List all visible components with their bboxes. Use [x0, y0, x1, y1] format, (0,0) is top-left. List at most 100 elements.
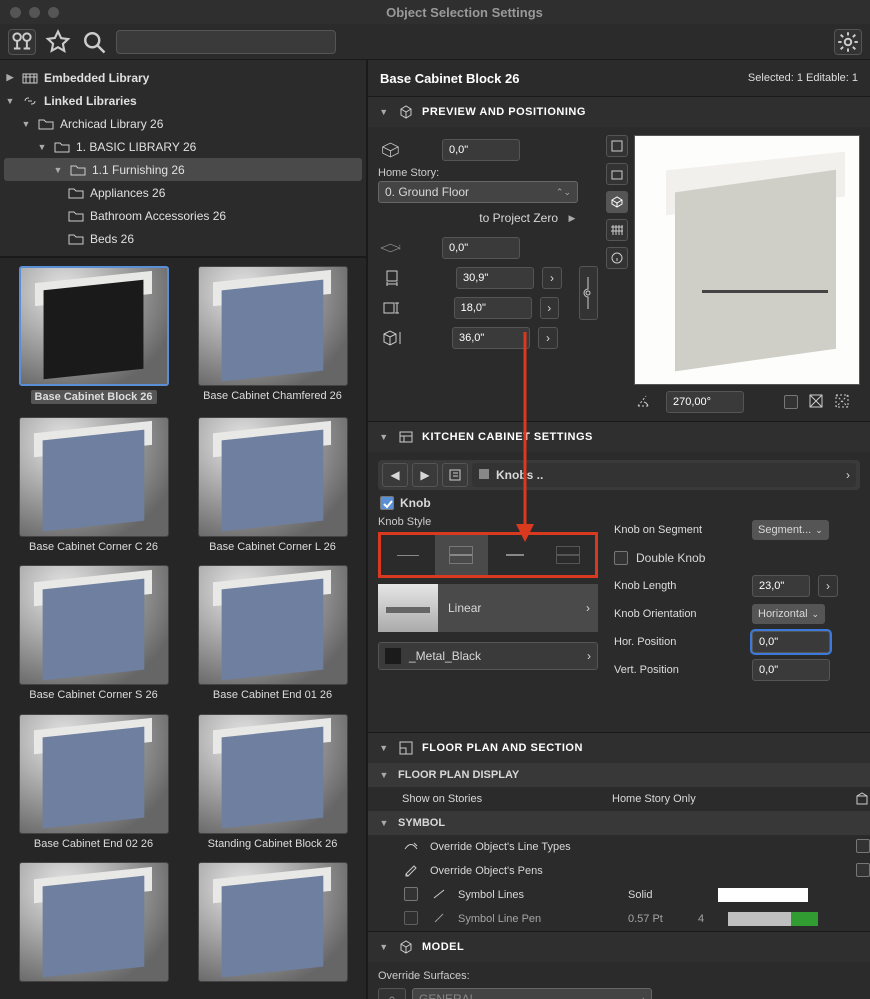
knob-length-input[interactable] — [752, 575, 810, 597]
rotation-input[interactable] — [666, 391, 744, 413]
checkbox-icon — [402, 887, 420, 904]
double-knob-label: Double Knob — [636, 551, 705, 565]
preview-info-icon[interactable] — [606, 247, 628, 269]
object-type-button[interactable] — [8, 29, 36, 55]
object-thumbnail[interactable]: Standing Cabinet Block 26 — [187, 714, 358, 855]
pager-forward-button[interactable]: ▶ — [412, 463, 438, 487]
subhead-floorplan-display[interactable]: ▼FLOOR PLAN DISPLAY — [368, 763, 870, 787]
override-pen-checkbox[interactable] — [856, 863, 870, 877]
subhead-symbol[interactable]: ▼SYMBOL — [368, 811, 870, 835]
knob-preview-button[interactable]: Linear › — [378, 584, 598, 632]
knob-length-chevron[interactable]: › — [818, 575, 838, 597]
knob-material-combo[interactable]: _Metal_Black › — [378, 642, 598, 670]
knob-checkbox-label: Knob — [400, 496, 431, 510]
tree-item[interactable]: ▼1. BASIC LIBRARY 26 — [4, 135, 362, 158]
tree-label: Appliances 26 — [90, 186, 165, 200]
mirror-y-icon[interactable] — [834, 393, 850, 412]
line-swatch[interactable] — [718, 888, 808, 902]
offset-icon — [378, 236, 406, 260]
home-story-combo[interactable]: 0. Ground Floor ⌃⌄ — [378, 181, 578, 203]
show-on-stories-row[interactable]: Show on Stories Home Story Only — [368, 787, 870, 811]
override-line-row[interactable]: Override Object's Line Types — [368, 835, 870, 859]
offset-input[interactable] — [442, 237, 520, 259]
preview-3d-viewport[interactable] — [634, 135, 860, 385]
tree-item[interactable]: ▼Archicad Library 26 — [4, 112, 362, 135]
mirror-checkbox[interactable] — [784, 395, 798, 409]
object-thumbnail[interactable]: Base Cabinet Corner L 26 — [187, 417, 358, 558]
rotation-icon — [634, 392, 656, 413]
tree-linked-libraries[interactable]: ▼ Linked Libraries — [4, 89, 362, 112]
thumbnail-label: Base Cabinet Corner C 26 — [29, 541, 158, 553]
object-thumbnail[interactable] — [8, 862, 179, 991]
preview-elevation-icon[interactable] — [606, 163, 628, 185]
tree-item[interactable]: Bathroom Accessories 26 — [4, 204, 362, 227]
anchor-z-input[interactable] — [442, 139, 520, 161]
preview-2d-icon[interactable] — [606, 135, 628, 157]
window-title: Object Selection Settings — [59, 5, 870, 20]
dim-x-input[interactable] — [456, 267, 534, 289]
override-pen-row[interactable]: Override Object's Pens — [368, 859, 870, 883]
section-preview-header[interactable]: ▼ PREVIEW AND POSITIONING — [368, 97, 870, 127]
tree-label: Linked Libraries — [44, 94, 137, 108]
tree-item[interactable]: ▼1.1 Furnishing 26 — [4, 158, 362, 181]
tree-embedded-library[interactable]: ▶ Embedded Library — [4, 66, 362, 89]
knob-segment-combo[interactable]: Segment...⌄ — [752, 520, 829, 540]
pen-swatch[interactable] — [728, 912, 818, 926]
preview-section-icon[interactable] — [606, 219, 628, 241]
override-surfaces-label: Override Surfaces: — [378, 970, 860, 982]
object-thumbnail[interactable]: Base Cabinet Chamfered 26 — [187, 266, 358, 409]
object-thumbnail[interactable]: Base Cabinet Block 26 — [8, 266, 179, 409]
link-dims-button[interactable] — [579, 266, 598, 320]
dim-z-input[interactable] — [452, 327, 530, 349]
tree-item[interactable]: Appliances 26 — [4, 181, 362, 204]
object-name: Base Cabinet Block 26 — [380, 71, 519, 86]
search-button[interactable] — [80, 29, 108, 55]
object-thumbnail[interactable]: Base Cabinet End 02 26 — [8, 714, 179, 855]
thumbnail-label: Base Cabinet Corner L 26 — [209, 541, 336, 553]
thumbnail-label: Standing Cabinet Block 26 — [208, 838, 338, 850]
favorites-button[interactable] — [44, 29, 72, 55]
knob-length-label: Knob Length — [614, 580, 744, 592]
pager-list-button[interactable] — [442, 463, 468, 487]
object-thumbnail[interactable]: Base Cabinet Corner S 26 — [8, 565, 179, 706]
override-line-checkbox[interactable] — [856, 839, 870, 853]
surface-combo[interactable]: GENERAL› — [412, 988, 652, 999]
knob-orient-label: Knob Orientation — [614, 608, 744, 620]
object-thumbnail[interactable]: Base Cabinet Corner C 26 — [8, 417, 179, 558]
knob-orient-combo[interactable]: Horizontal⌄ — [752, 604, 825, 624]
search-input[interactable] — [116, 30, 336, 54]
section-model-header[interactable]: ▼ MODEL — [368, 932, 870, 962]
settings-pager: ◀ ▶ Knobs .. › — [378, 460, 860, 490]
line-icon — [430, 887, 448, 904]
section-kitchen-header[interactable]: ▼ KITCHEN CABINET SETTINGS — [368, 422, 870, 452]
surface-lock-button[interactable] — [378, 988, 406, 999]
symbol-pen-row[interactable]: Symbol Line Pen 0.57 Pt 4 — [368, 907, 870, 931]
object-thumbnail[interactable] — [187, 862, 358, 991]
thumbnail-label: Base Cabinet Block 26 — [31, 390, 157, 404]
knob-style-selector[interactable] — [378, 532, 598, 578]
object-thumbnail[interactable]: Base Cabinet End 01 26 — [187, 565, 358, 706]
vert-pos-input[interactable] — [752, 659, 830, 681]
symbol-lines-row[interactable]: Symbol Lines Solid — [368, 883, 870, 907]
dim-y-chevron[interactable]: › — [540, 297, 559, 319]
knob-preview-image — [378, 584, 438, 632]
dim-y-input[interactable] — [454, 297, 532, 319]
settings-gear-button[interactable] — [834, 29, 862, 55]
dim-z-chevron[interactable]: › — [538, 327, 558, 349]
hor-pos-input[interactable] — [752, 631, 830, 653]
tree-label: Bathroom Accessories 26 — [90, 209, 226, 223]
to-project-zero-link[interactable]: to Project Zero — [479, 211, 558, 225]
line-type-icon — [402, 839, 420, 856]
tree-item[interactable]: Beds 26 — [4, 227, 362, 250]
settings-breadcrumb[interactable]: Knobs .. › — [472, 463, 856, 487]
double-knob-checkbox[interactable] — [614, 551, 628, 565]
vert-pos-label: Vert. Position — [614, 664, 744, 676]
traffic-lights[interactable] — [0, 7, 59, 18]
preview-3d-icon[interactable] — [606, 191, 628, 213]
dim-x-chevron[interactable]: › — [542, 267, 562, 289]
tree-label: Beds 26 — [90, 232, 134, 246]
pager-back-button[interactable]: ◀ — [382, 463, 408, 487]
knob-checkbox[interactable] — [380, 496, 394, 510]
section-floorplan-header[interactable]: ▼ FLOOR PLAN AND SECTION — [368, 733, 870, 763]
mirror-x-icon[interactable] — [808, 393, 824, 412]
